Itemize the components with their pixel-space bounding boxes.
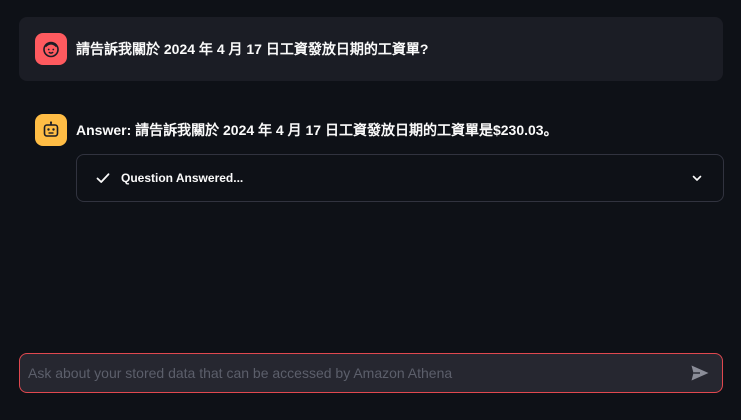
check-icon: [96, 173, 110, 183]
user-avatar: [35, 33, 67, 65]
chat-input-box[interactable]: [19, 353, 723, 393]
status-label: Question Answered...: [121, 171, 244, 185]
user-face-icon: [43, 41, 59, 58]
chat-input[interactable]: [28, 365, 688, 381]
user-message: 請告訴我關於 2024 年 4 月 17 日工資發放日期的工資單?: [19, 17, 723, 81]
send-icon: [691, 365, 709, 381]
assistant-message-body: Answer: 請告訴我關於 2024 年 4 月 17 日工資發放日期的工資單…: [76, 114, 724, 202]
assistant-message-text: Answer: 請告訴我關於 2024 年 4 月 17 日工資發放日期的工資單…: [76, 122, 558, 138]
assistant-message: Answer: 請告訴我關於 2024 年 4 月 17 日工資發放日期的工資單…: [35, 114, 724, 202]
robot-icon: [43, 121, 59, 137]
assistant-avatar: [35, 114, 67, 146]
status-expander[interactable]: Question Answered...: [76, 154, 724, 202]
send-button[interactable]: [688, 361, 712, 385]
user-message-text: 請告訴我關於 2024 年 4 月 17 日工資發放日期的工資單?: [76, 41, 429, 57]
chat-page: 請告訴我關於 2024 年 4 月 17 日工資發放日期的工資單? Answer…: [0, 0, 741, 420]
chevron-down-icon[interactable]: [691, 172, 703, 184]
